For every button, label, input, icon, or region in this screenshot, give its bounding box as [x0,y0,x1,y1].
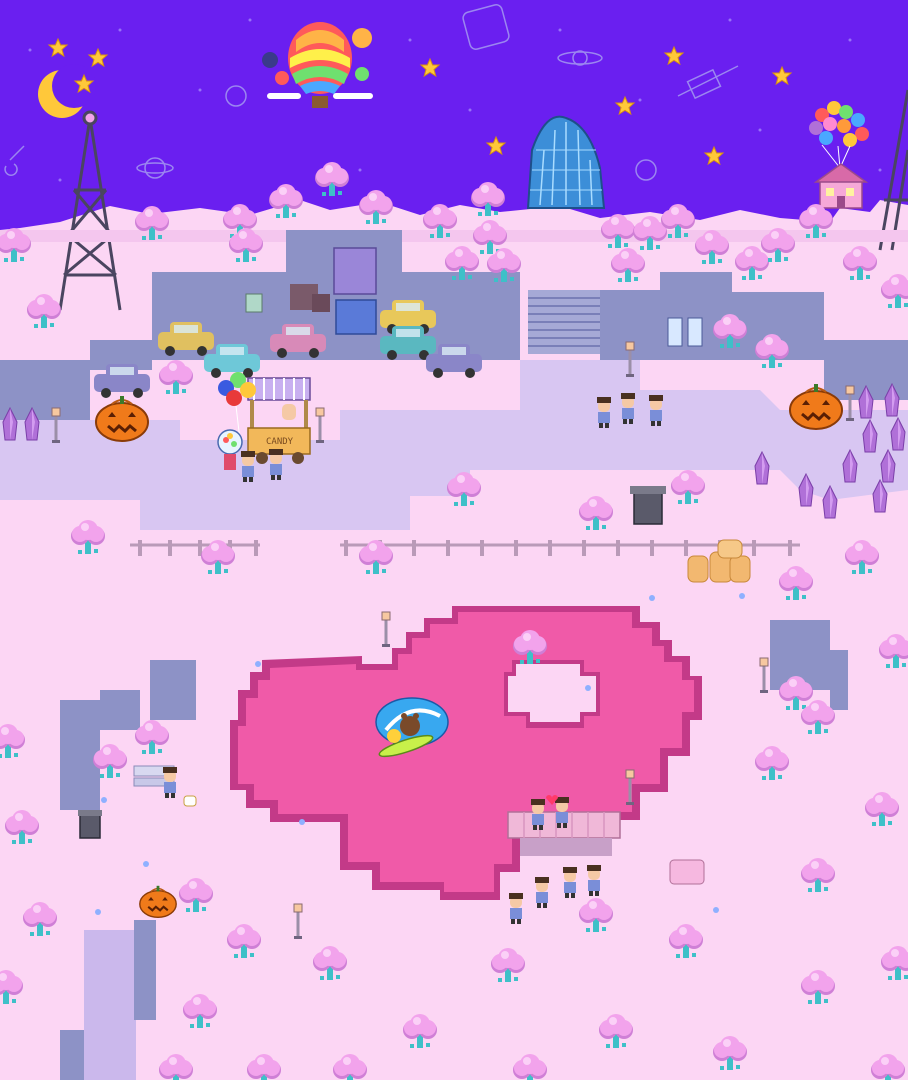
stone-stairs[interactable] [528,290,600,354]
game-map-scene[interactable]: CANDY [0,0,908,1080]
night-sky [0,0,908,230]
stand-sign: CANDY [266,437,294,447]
